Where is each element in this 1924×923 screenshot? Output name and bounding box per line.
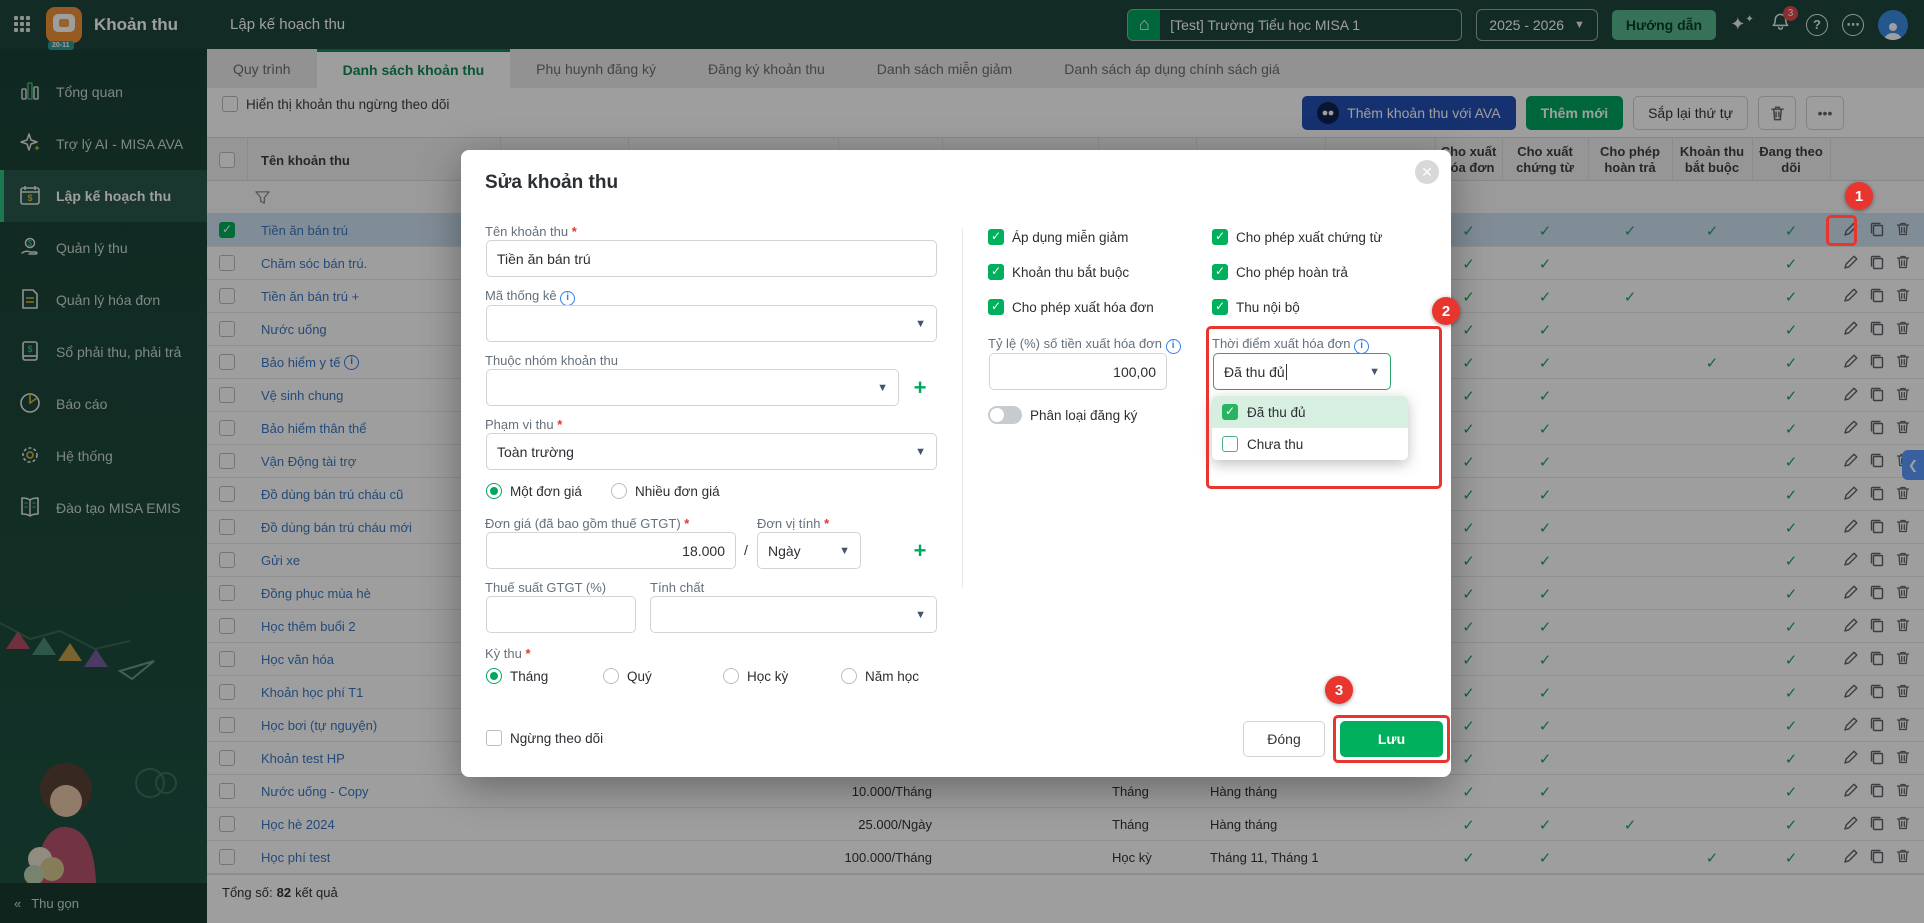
vat-label: Thuế suất GTGT (%) <box>485 580 606 595</box>
chevron-down-icon: ▼ <box>915 318 926 330</box>
close-icon[interactable]: ✕ <box>1415 160 1439 184</box>
stat-code-label: Mã thống kê i <box>485 288 575 306</box>
invoice-rate-input[interactable]: 100,00 <box>989 353 1167 390</box>
multi-price-radio[interactable]: Nhiều đơn giá <box>611 483 720 499</box>
vat-input[interactable] <box>486 596 636 633</box>
info-icon[interactable]: i <box>1166 339 1181 354</box>
scope-label: Phạm vi thu <box>485 417 562 432</box>
nature-label: Tính chất <box>650 580 704 595</box>
fee-name-input[interactable]: Tiền ăn bán trú <box>486 240 937 277</box>
screen: 20-11 Khoản thu Lập kế hoạch thu ⌂ [Test… <box>0 0 1924 923</box>
period-radio-thang[interactable]: Tháng <box>486 668 548 684</box>
info-icon[interactable]: i <box>560 291 575 306</box>
annotation-step-3: 3 <box>1325 676 1353 704</box>
allow-voucher-checkbox[interactable]: Cho phép xuất chứng từ <box>1212 229 1382 245</box>
annotation-box-invoice-time <box>1206 326 1442 489</box>
period-radio-quy[interactable]: Quý <box>603 668 652 684</box>
close-button[interactable]: Đóng <box>1243 721 1325 757</box>
single-price-radio[interactable]: Một đơn giá <box>486 483 582 499</box>
mandatory-fee-checkbox[interactable]: Khoản thu bắt buộc <box>988 264 1129 280</box>
modal-title: Sửa khoản thu <box>485 172 618 194</box>
fee-group-select[interactable]: ▼ <box>486 369 899 406</box>
stop-tracking-checkbox[interactable]: Ngừng theo dõi <box>486 730 603 746</box>
annotation-box-edit-icon <box>1826 215 1857 246</box>
add-unit-button[interactable]: + <box>907 538 933 564</box>
fee-group-label: Thuộc nhóm khoản thu <box>485 353 618 368</box>
unit-price-label: Đơn giá (đã bao gồm thuế GTGT) <box>485 516 689 531</box>
allow-refund-checkbox[interactable]: Cho phép hoàn trả <box>1212 264 1348 280</box>
annotation-step-2: 2 <box>1432 297 1460 325</box>
unit-price-input[interactable]: 18.000 <box>486 532 736 569</box>
apply-discount-checkbox[interactable]: Áp dụng miễn giảm <box>988 229 1128 245</box>
unit-select[interactable]: Ngày▼ <box>757 532 861 569</box>
internal-fee-checkbox[interactable]: Thu nội bộ <box>1212 299 1300 315</box>
stat-code-select[interactable]: ▼ <box>486 305 937 342</box>
chevron-down-icon: ▼ <box>877 382 888 394</box>
period-label: Kỳ thu <box>485 646 531 661</box>
price-separator: / <box>744 542 748 558</box>
invoice-rate-label: Tỷ lệ (%) số tiền xuất hóa đơn i <box>988 336 1181 354</box>
registration-type-toggle[interactable]: Phân loại đăng ký <box>988 406 1137 424</box>
period-radio-hoc-ky[interactable]: Học kỳ <box>723 668 788 684</box>
add-group-button[interactable]: + <box>907 375 933 401</box>
annotation-step-1: 1 <box>1845 182 1873 210</box>
unit-label: Đơn vị tính <box>757 516 829 531</box>
modal-divider <box>962 228 963 588</box>
chevron-down-icon: ▼ <box>915 609 926 621</box>
annotation-box-save-button <box>1333 715 1450 763</box>
allow-invoice-checkbox[interactable]: Cho phép xuất hóa đơn <box>988 299 1154 315</box>
scope-select[interactable]: Toàn trường▼ <box>486 433 937 470</box>
nature-select[interactable]: ▼ <box>650 596 937 633</box>
chevron-down-icon: ▼ <box>839 545 850 557</box>
fee-name-label: Tên khoản thu <box>485 224 577 239</box>
period-radio-nam-hoc[interactable]: Năm học <box>841 668 919 684</box>
chevron-down-icon: ▼ <box>915 446 926 458</box>
